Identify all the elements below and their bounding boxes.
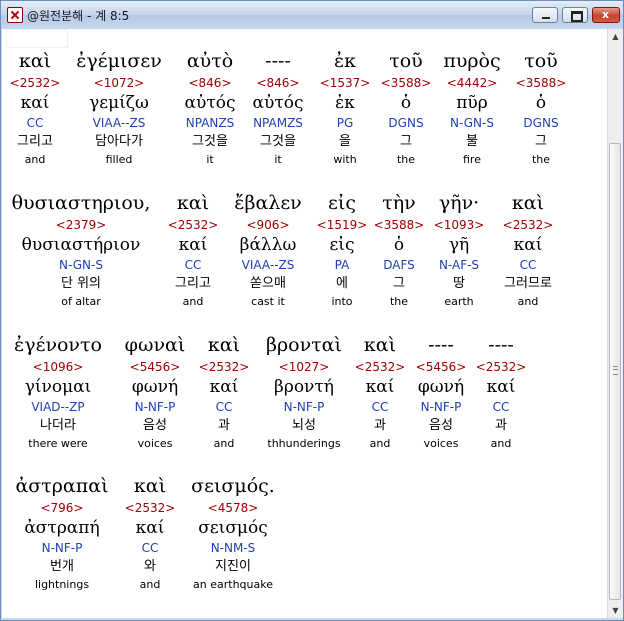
lemma: καί bbox=[513, 235, 543, 255]
korean-gloss: 과 bbox=[495, 418, 507, 433]
close-button[interactable]: x bbox=[592, 7, 620, 23]
greek-word: ---- bbox=[488, 334, 514, 356]
morphology-code: CC bbox=[519, 258, 537, 272]
app-window: @원전분해 - 계 8:5 x καὶ <2532> καί CC 그리고 and ἐγέμ… bbox=[0, 0, 624, 621]
blank-header-box bbox=[6, 29, 68, 48]
lemma: καί bbox=[486, 377, 516, 397]
lemma: ὁ bbox=[535, 93, 547, 113]
morphology-code: N-NM-S bbox=[210, 541, 256, 555]
english-gloss: the bbox=[531, 153, 551, 166]
maximize-icon bbox=[571, 11, 583, 22]
strong-number: <2532> bbox=[502, 218, 554, 232]
maximize-button[interactable] bbox=[562, 7, 588, 23]
korean-gloss: 그 bbox=[535, 134, 547, 149]
vertical-scrollbar[interactable]: ▲ ▼ bbox=[607, 29, 623, 618]
scroll-up-arrow-icon[interactable]: ▲ bbox=[609, 29, 622, 44]
close-icon: x bbox=[602, 8, 610, 21]
window-title: @원전분해 - 계 8:5 bbox=[27, 9, 130, 23]
scroll-down-arrow-icon[interactable]: ▼ bbox=[609, 603, 622, 618]
scrollbar-grip-icon bbox=[613, 366, 618, 375]
greek-word: τοῦ bbox=[524, 50, 558, 72]
english-gloss: and bbox=[490, 437, 512, 450]
strong-number: <2532> bbox=[475, 360, 527, 374]
verse-analysis-panel: καὶ <2532> καί CC 그리고 and ἐγέμισεν <1072> γεμίζω… bbox=[2, 29, 607, 618]
minimize-button[interactable] bbox=[532, 7, 558, 23]
english-gloss: an earthquake bbox=[193, 578, 273, 591]
strong-number: <3588> bbox=[515, 76, 567, 90]
lemma: σεισμός bbox=[198, 518, 268, 538]
app-icon[interactable] bbox=[7, 7, 23, 23]
korean-gloss: 지진이 bbox=[215, 559, 251, 574]
title-bar[interactable]: @원전분해 - 계 8:5 x bbox=[1, 1, 623, 29]
scrollbar-thumb[interactable] bbox=[609, 143, 621, 600]
strong-number: <4578> bbox=[207, 501, 259, 515]
morphology-code: DGNS bbox=[523, 116, 559, 130]
morphology-code: CC bbox=[492, 400, 510, 414]
english-gloss: and bbox=[517, 295, 539, 308]
greek-word: σεισμός. bbox=[191, 475, 275, 497]
korean-gloss: 그러므로 bbox=[504, 276, 552, 291]
minimize-icon bbox=[542, 17, 550, 19]
greek-word: καὶ bbox=[511, 192, 545, 214]
